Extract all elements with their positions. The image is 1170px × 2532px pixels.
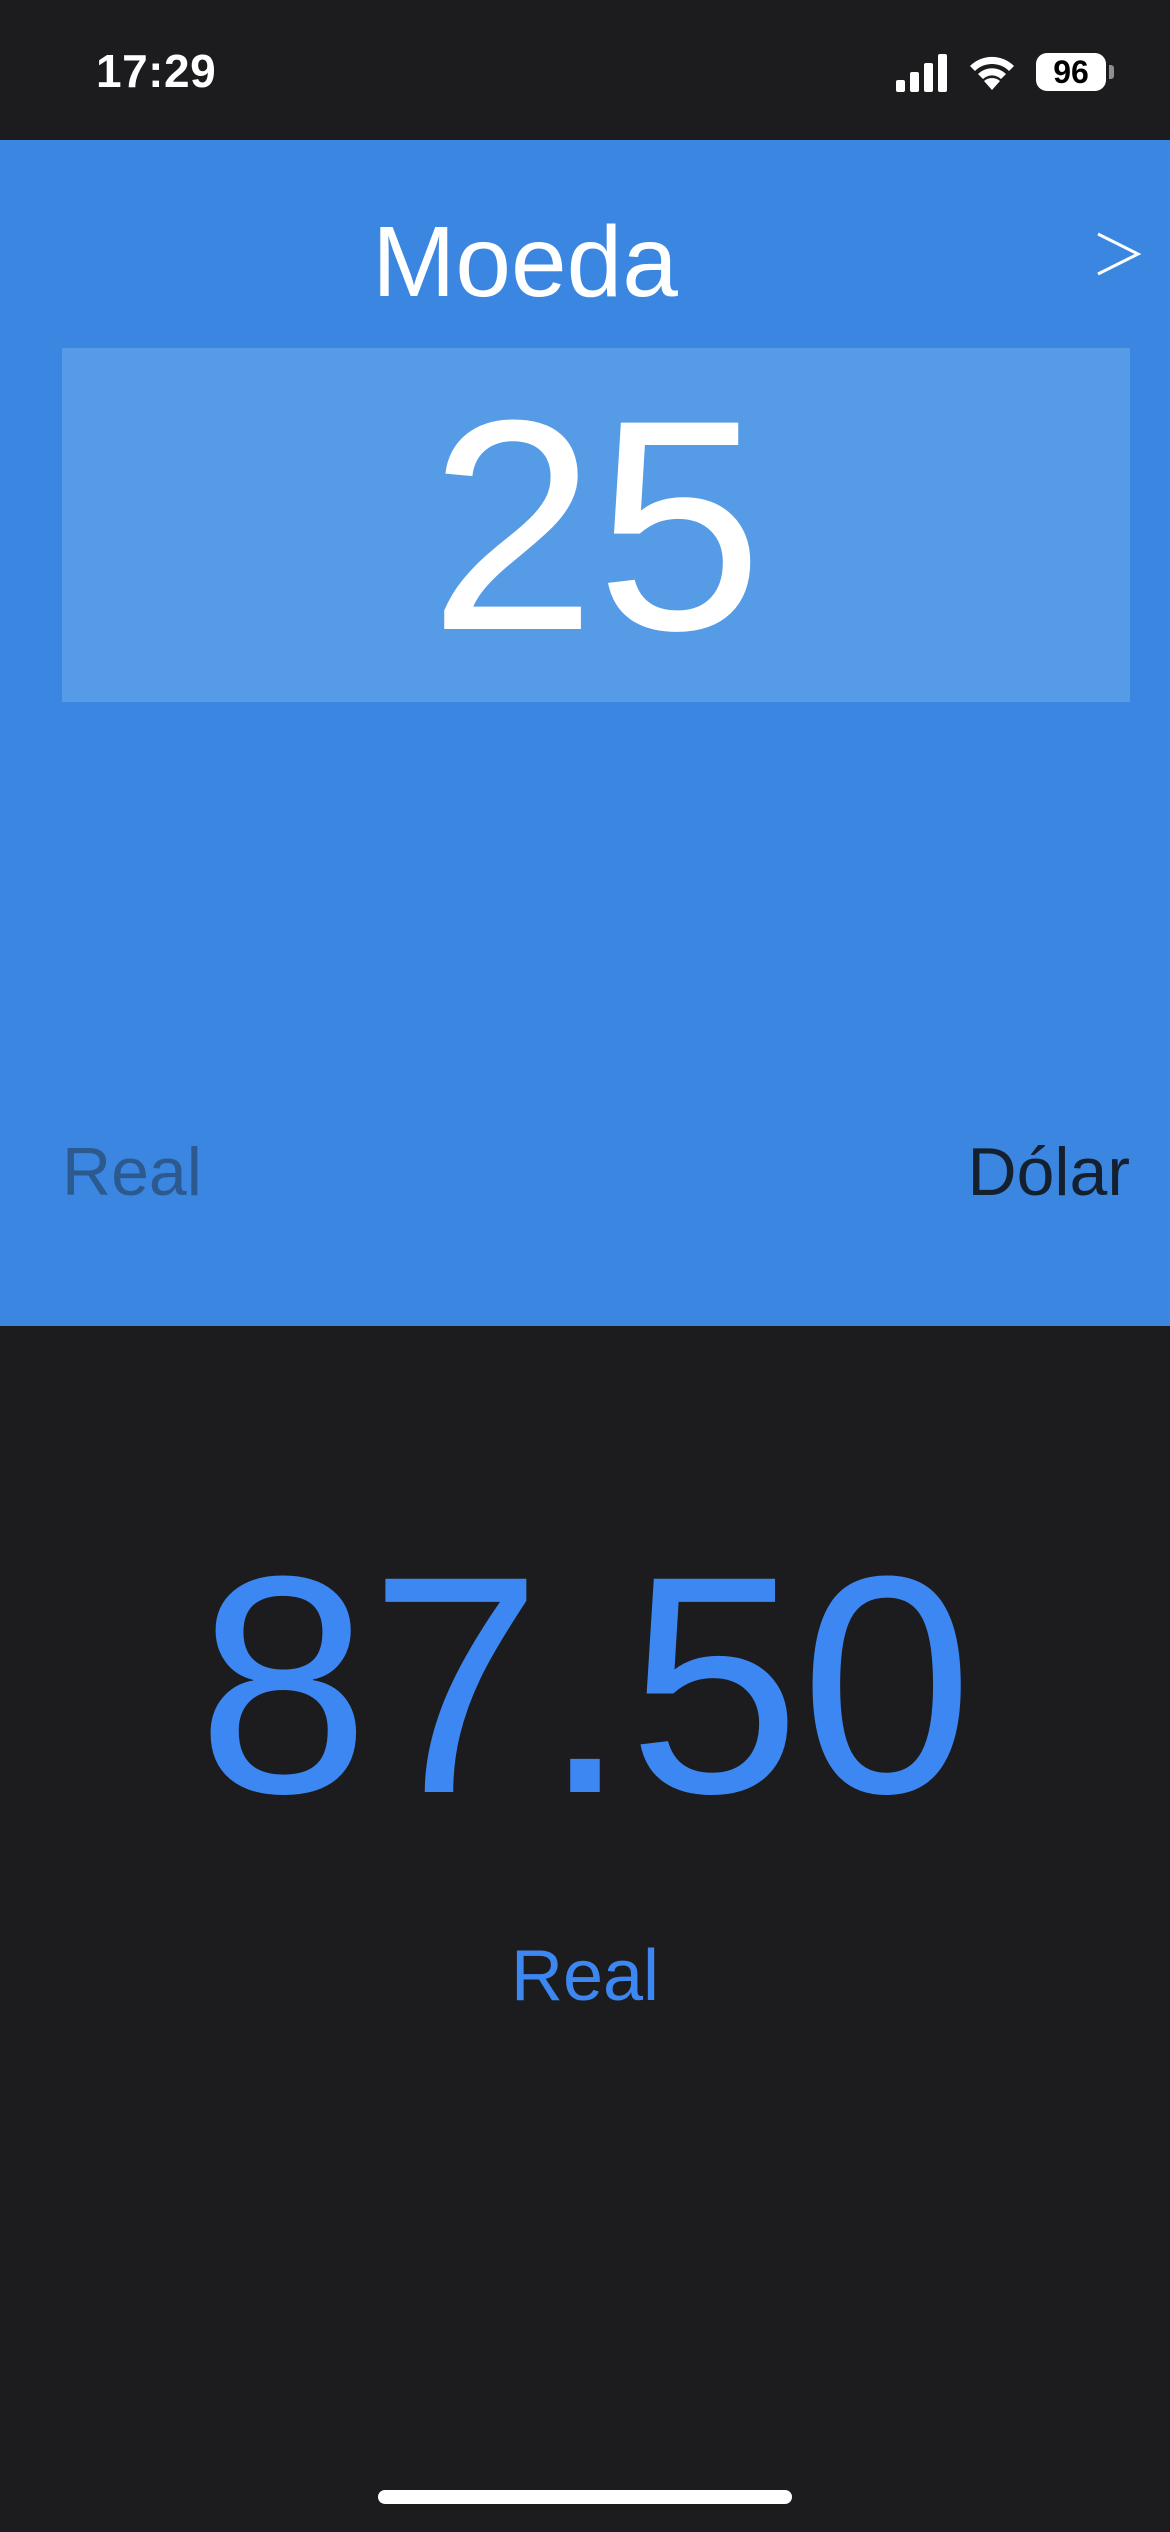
amount-input[interactable] <box>62 348 1130 702</box>
wifi-icon <box>970 56 1014 90</box>
status-icons: 96 <box>894 50 1114 94</box>
battery-level: 96 <box>1053 53 1089 90</box>
chevron-right-icon <box>1097 232 1142 276</box>
page-title: Moeda <box>372 206 678 318</box>
result-value: 87.50 <box>197 1511 973 1858</box>
home-indicator[interactable] <box>378 2490 792 2504</box>
input-panel: Moeda Real Dólar <box>0 140 1170 1326</box>
battery-nub <box>1109 65 1114 79</box>
currency-option-dolar[interactable]: Dólar <box>968 1138 1131 1206</box>
signal-icon <box>896 54 947 92</box>
currency-option-real[interactable]: Real <box>62 1138 202 1206</box>
next-button[interactable] <box>1092 224 1144 284</box>
converter-screen: 17:29 96 Moeda Re <box>0 0 1170 2532</box>
status-bar: 17:29 96 <box>0 0 1170 140</box>
result-unit: Real <box>510 1936 660 2016</box>
battery-icon: 96 <box>1036 53 1106 91</box>
status-time: 17:29 <box>96 45 217 97</box>
